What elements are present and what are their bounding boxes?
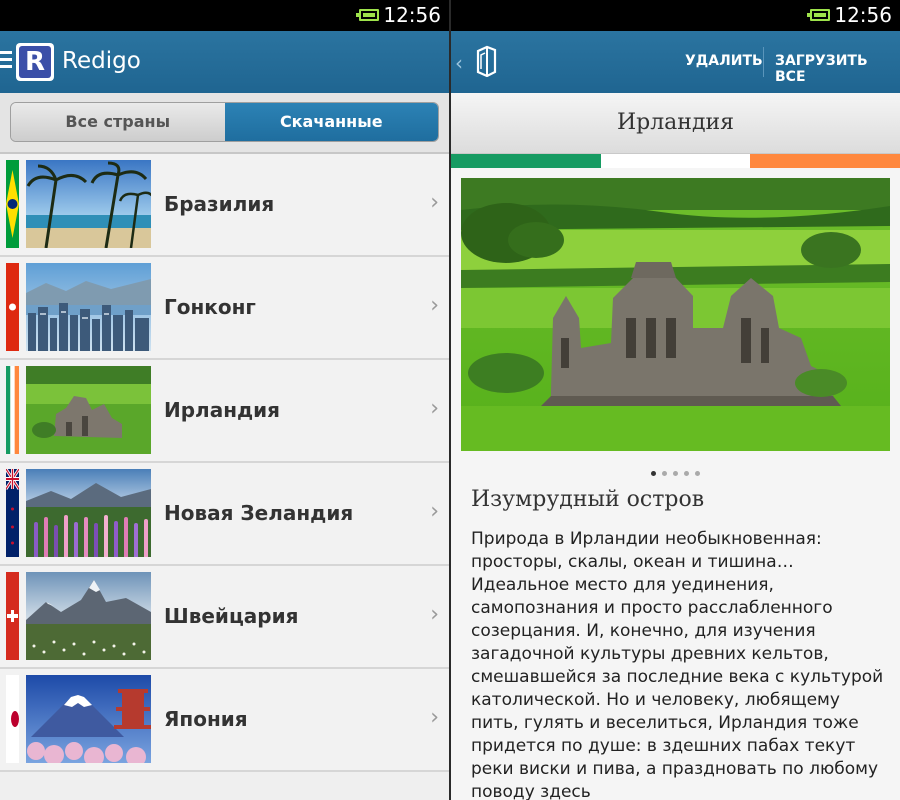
menu-icon[interactable]	[0, 51, 12, 69]
country-name: Бразилия	[164, 192, 275, 216]
country-name: Швейцария	[164, 604, 299, 628]
guidebook-icon[interactable]	[475, 45, 497, 77]
country-row-ireland[interactable]: Ирландия ›	[0, 360, 449, 463]
tab-all-countries[interactable]: Все страны	[11, 103, 225, 141]
carousel-dot[interactable]	[673, 471, 678, 476]
battery-icon	[807, 9, 830, 21]
country-name: Гонконг	[164, 295, 256, 319]
country-thumbnail	[26, 572, 151, 660]
flag-band-green	[451, 154, 601, 168]
flag-band-orange	[750, 154, 900, 168]
tab-downloaded[interactable]: Скачанные	[224, 103, 438, 141]
back-chevron-icon[interactable]: ‹	[455, 51, 463, 75]
countries-screen: 12:56 R Redigo Все страны Скачанные Браз…	[0, 0, 449, 800]
chevron-right-icon: ›	[430, 190, 439, 215]
country-row-switzerland[interactable]: Швейцария ›	[0, 566, 449, 669]
country-detail-screen: 12:56 ‹ УДАЛИТЬ ЗАГРУЗИТЬ ВСЕ Ирландия И…	[451, 0, 900, 800]
country-thumbnail	[26, 160, 151, 248]
carousel-dot[interactable]	[651, 471, 656, 476]
status-time: 12:56	[383, 3, 441, 27]
hero-image[interactable]	[461, 178, 890, 451]
segmented-control: Все страны Скачанные	[10, 102, 439, 142]
logo-letter: R	[19, 46, 51, 78]
carousel-dot[interactable]	[695, 471, 700, 476]
flag-band	[451, 154, 900, 168]
app-logo[interactable]: R	[16, 43, 54, 81]
app-title: Redigo	[62, 48, 141, 74]
download-all-button[interactable]: ЗАГРУЗИТЬ ВСЕ	[775, 53, 900, 85]
country-thumbnail	[26, 469, 151, 557]
country-thumbnail	[26, 263, 151, 351]
flag-band-white	[600, 154, 751, 168]
country-name: Ирландия	[164, 398, 281, 422]
country-thumbnail	[26, 675, 151, 763]
battery-icon	[356, 9, 379, 21]
tab-bar: Все страны Скачанные	[0, 93, 449, 154]
delete-button[interactable]: УДАЛИТЬ	[685, 53, 763, 69]
country-description: Природа в Ирландии необыкновенная: прост…	[471, 529, 884, 800]
chevron-right-icon: ›	[430, 705, 439, 730]
status-time: 12:56	[834, 3, 892, 27]
flag-icon-brazil	[6, 160, 19, 248]
action-separator	[763, 47, 764, 77]
country-row-brazil[interactable]: Бразилия ›	[0, 154, 449, 257]
country-name: Япония	[164, 707, 248, 731]
app-bar: R Redigo	[0, 31, 449, 93]
carousel-indicator	[451, 461, 900, 480]
country-title: Ирландия	[451, 93, 900, 154]
country-list: Бразилия › Гонконг › Ирландия › Новая Зе…	[0, 154, 449, 772]
chevron-right-icon: ›	[430, 293, 439, 318]
chevron-right-icon: ›	[430, 499, 439, 524]
country-row-hong-kong[interactable]: Гонконг ›	[0, 257, 449, 360]
flag-icon-ireland	[6, 366, 19, 454]
app-bar: ‹ УДАЛИТЬ ЗАГРУЗИТЬ ВСЕ	[451, 31, 900, 93]
flag-icon-new-zealand	[6, 469, 19, 557]
flag-icon-japan	[6, 675, 19, 763]
chevron-right-icon: ›	[430, 602, 439, 627]
flag-icon-hong-kong	[6, 263, 19, 351]
section-title: Изумрудный остров	[471, 487, 705, 512]
carousel-dot[interactable]	[684, 471, 689, 476]
status-bar: 12:56	[451, 0, 900, 31]
country-name: Новая Зеландия	[164, 501, 354, 525]
country-thumbnail	[26, 366, 151, 454]
country-row-japan[interactable]: Япония ›	[0, 669, 449, 772]
carousel-dot[interactable]	[662, 471, 667, 476]
chevron-right-icon: ›	[430, 396, 439, 421]
country-row-new-zealand[interactable]: Новая Зеландия ›	[0, 463, 449, 566]
status-bar: 12:56	[0, 0, 449, 31]
flag-icon-switzerland	[6, 572, 19, 660]
